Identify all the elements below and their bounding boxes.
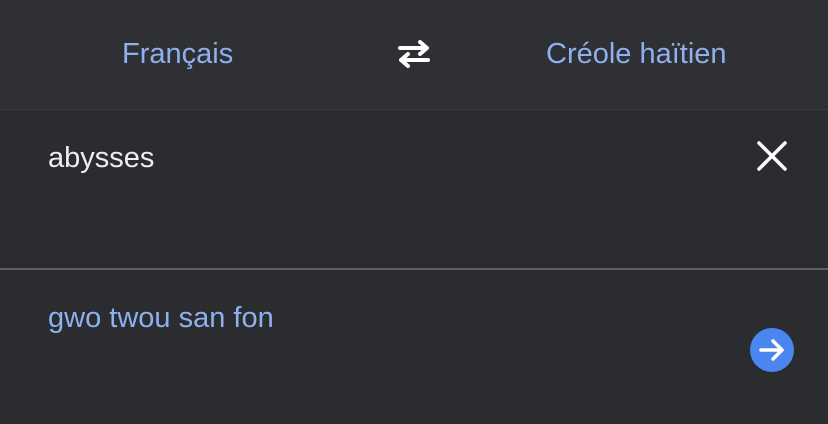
translation-text: gwo twou san fon	[48, 302, 274, 334]
translation-area: gwo twou san fon	[0, 270, 828, 424]
language-bar: Français Créole haïtien	[0, 0, 828, 110]
source-language-button[interactable]: Français	[122, 36, 233, 72]
source-text[interactable]: abysses	[48, 140, 154, 176]
target-language-button[interactable]: Créole haïtien	[546, 36, 727, 72]
close-icon[interactable]	[754, 138, 790, 174]
translate-app: Français Créole haïtien abysses gwo twou…	[0, 0, 828, 424]
swap-arrows-icon[interactable]	[394, 37, 434, 71]
arrow-right-icon[interactable]	[750, 328, 794, 372]
source-text-area[interactable]: abysses	[0, 110, 828, 268]
